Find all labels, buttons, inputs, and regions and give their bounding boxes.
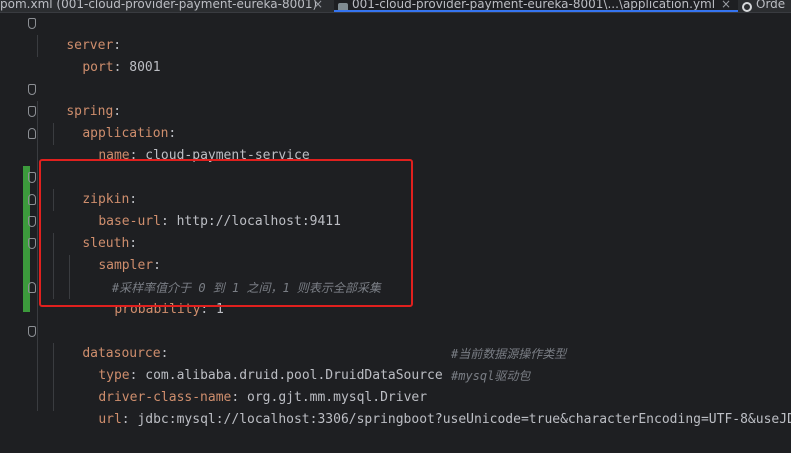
- code-line: port: 8001: [51, 35, 160, 75]
- tab-label: 001-cloud-provider-payment-eureka-8001\.…: [352, 0, 716, 11]
- fold-icon[interactable]: [28, 216, 36, 227]
- yaml-value: jdbc:mysql://localhost:3306/springboot?u…: [129, 412, 791, 427]
- fold-icon[interactable]: [28, 238, 36, 249]
- close-icon[interactable]: ×: [313, 0, 323, 12]
- code-line: name: cloud-payment-service: [67, 123, 309, 163]
- indent-guide: [37, 101, 38, 411]
- highlight-box: [39, 159, 413, 307]
- tab-pom-xml[interactable]: pom.xml (001-cloud-provider-payment-eure…: [0, 0, 330, 12]
- yaml-comment: #mysql驱动包: [451, 369, 531, 383]
- code-line: server:: [35, 13, 121, 53]
- close-icon[interactable]: ×: [721, 0, 731, 12]
- tab-application-yml[interactable]: 001-cloud-provider-payment-eureka-8001\.…: [334, 0, 738, 12]
- yml-file-icon: [338, 3, 348, 12]
- tab-label: Orde: [756, 0, 786, 11]
- fold-end-icon[interactable]: [28, 282, 36, 293]
- code-line: url: jdbc:mysql://localhost:3306/springb…: [67, 387, 791, 427]
- yaml-value: 8001: [121, 60, 161, 75]
- yaml-key: url: [98, 412, 122, 427]
- tab-order[interactable]: Orde: [742, 0, 791, 12]
- fold-icon[interactable]: [28, 326, 36, 337]
- code-line: spring:: [35, 79, 121, 119]
- editor-tab-bar: pom.xml (001-cloud-provider-payment-eure…: [0, 0, 791, 13]
- code-line: application:: [51, 101, 176, 141]
- fold-end-icon[interactable]: [28, 194, 36, 205]
- code-line: datasource:: [51, 321, 168, 361]
- colon: :: [121, 412, 130, 427]
- tab-label: pom.xml (001-cloud-provider-payment-eure…: [0, 0, 318, 11]
- yaml-key: port: [82, 60, 114, 75]
- code-line: type: com.alibaba.druid.pool.DruidDataSo…: [67, 343, 442, 383]
- yaml-comment: #当前数据源操作类型: [451, 347, 567, 361]
- code-line: driver-class-name: org.gjt.mm.mysql.Driv…: [67, 365, 427, 405]
- fold-icon[interactable]: [28, 172, 36, 183]
- class-file-icon: [742, 2, 752, 12]
